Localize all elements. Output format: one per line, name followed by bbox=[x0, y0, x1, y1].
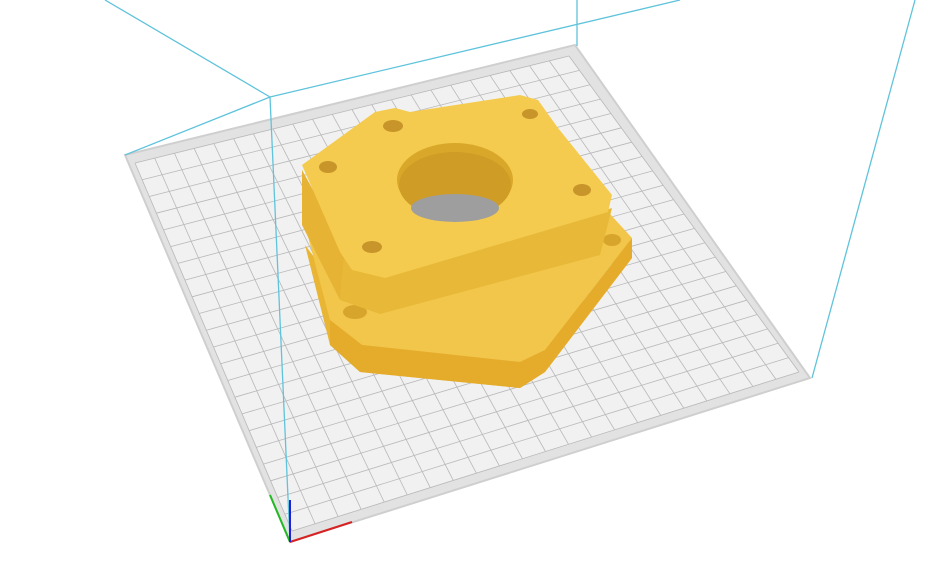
mount-hole-left bbox=[319, 161, 337, 173]
mount-hole-top-left bbox=[383, 120, 403, 132]
mount-hole-right bbox=[573, 184, 591, 196]
center-bore-floor bbox=[411, 194, 499, 222]
scene-canvas[interactable] bbox=[0, 0, 940, 577]
3d-viewport[interactable] bbox=[0, 0, 940, 577]
lower-hole-right bbox=[603, 234, 621, 246]
mount-hole-top-right bbox=[522, 109, 538, 119]
mount-hole-bottom bbox=[362, 241, 382, 253]
